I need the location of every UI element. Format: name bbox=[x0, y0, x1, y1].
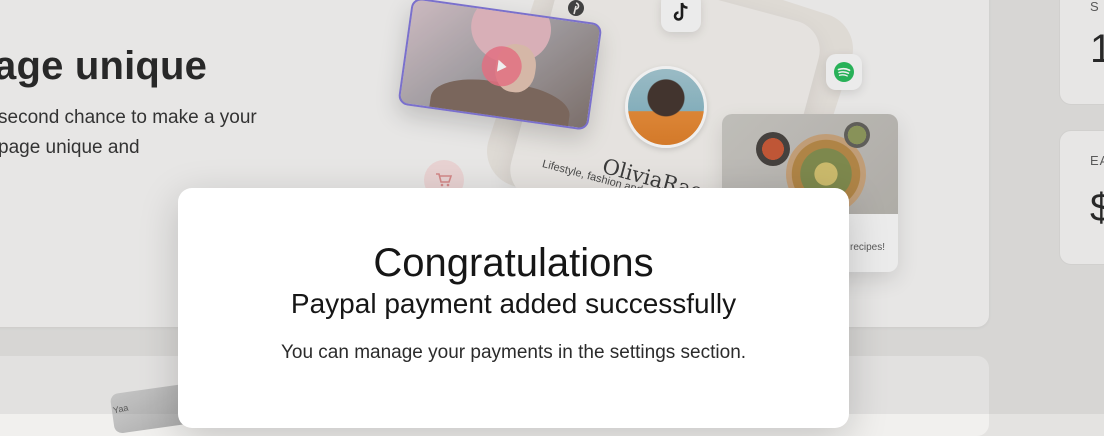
modal-text: You can manage your payments in the sett… bbox=[280, 342, 747, 363]
modal-subtitle: Paypal payment added successfully bbox=[290, 288, 737, 319]
success-modal: Congratulations Paypal payment added suc… bbox=[178, 188, 849, 428]
modal-title: Congratulations bbox=[373, 241, 654, 285]
